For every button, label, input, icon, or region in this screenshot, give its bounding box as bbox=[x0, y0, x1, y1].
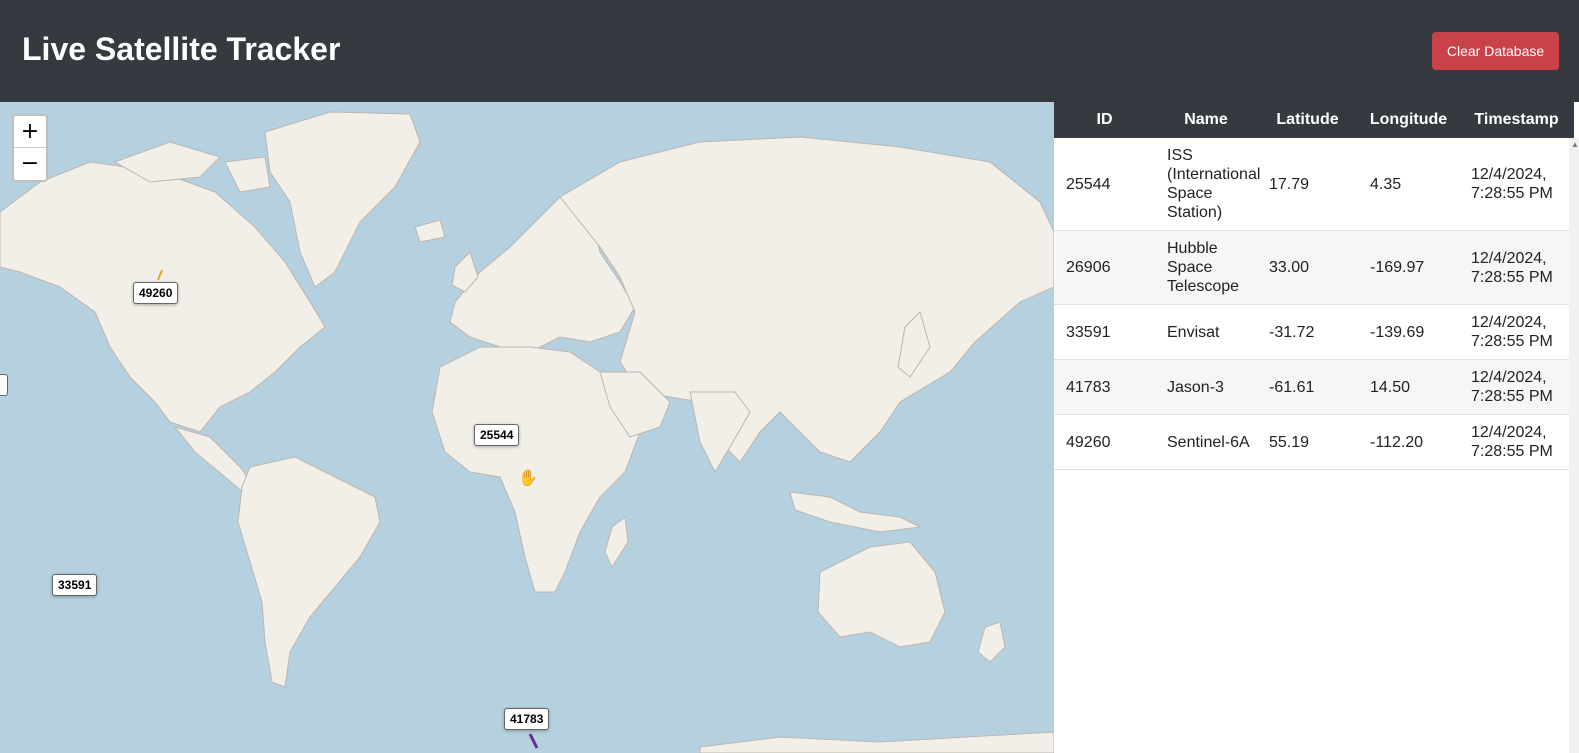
satellite-marker-41783[interactable]: 41783 bbox=[504, 708, 550, 730]
column-header-longitude: Longitude bbox=[1369, 111, 1448, 128]
cell-timestamp: 12/4/2024, 7:28:55 PM bbox=[1459, 230, 1574, 305]
track-49260 bbox=[157, 269, 163, 281]
table-row[interactable]: 49260 Sentinel-6A 55.19 -112.20 12/4/202… bbox=[1054, 414, 1574, 470]
column-header-timestamp: Timestamp bbox=[1474, 111, 1559, 128]
column-header-latitude: Latitude bbox=[1276, 111, 1339, 128]
cell-latitude: 17.79 bbox=[1257, 138, 1358, 231]
cell-id: 25544 bbox=[1054, 138, 1155, 231]
satellite-map[interactable]: + − 49260 25544 33591 41783 ✋ bbox=[0, 102, 1054, 753]
satellite-table-panel: ID Name Latitude Longitude Timestamp 255… bbox=[1054, 102, 1579, 753]
cell-longitude: -139.69 bbox=[1358, 304, 1459, 360]
table-row[interactable]: 25544 ISS (International Space Station) … bbox=[1054, 138, 1574, 231]
cell-name: Sentinel-6A bbox=[1155, 414, 1257, 470]
cell-latitude: -31.72 bbox=[1257, 304, 1358, 360]
cell-id: 33591 bbox=[1054, 304, 1155, 360]
page-title: Live Satellite Tracker bbox=[22, 31, 341, 67]
app-header: Live Satellite Tracker Clear Database bbox=[0, 0, 1579, 102]
cell-timestamp: 12/4/2024, 7:28:55 PM bbox=[1459, 138, 1574, 231]
offscreen-marker[interactable] bbox=[0, 374, 8, 396]
satellite-table: ID Name Latitude Longitude Timestamp 255… bbox=[1054, 102, 1574, 470]
cell-name: Envisat bbox=[1155, 304, 1257, 360]
cell-name: Jason-3 bbox=[1155, 359, 1257, 415]
cell-name: ISS (International Space Station) bbox=[1155, 138, 1260, 231]
hand-cursor-icon: ✋ bbox=[518, 468, 538, 487]
cell-id: 26906 bbox=[1054, 230, 1155, 305]
cell-longitude: 14.50 bbox=[1358, 359, 1459, 415]
cell-latitude: 55.19 bbox=[1257, 414, 1358, 470]
satellite-marker-25544[interactable]: 25544 bbox=[474, 424, 520, 446]
satellite-tracks bbox=[157, 269, 539, 749]
track-41783 bbox=[528, 733, 539, 749]
satellite-marker-33591[interactable]: 33591 bbox=[52, 574, 98, 596]
cell-longitude: 4.35 bbox=[1358, 138, 1459, 231]
cell-name: Hubble Space Telescope bbox=[1155, 230, 1257, 305]
cell-longitude: -169.97 bbox=[1358, 230, 1459, 305]
cell-id: 49260 bbox=[1054, 414, 1155, 470]
column-header-id: ID bbox=[1096, 111, 1113, 128]
table-row[interactable]: 33591 Envisat -31.72 -139.69 12/4/2024, … bbox=[1054, 304, 1574, 360]
scroll-up-icon[interactable]: ▲ bbox=[1571, 140, 1579, 149]
cell-timestamp: 12/4/2024, 7:28:55 PM bbox=[1459, 304, 1574, 360]
clear-database-button[interactable]: Clear Database bbox=[1432, 32, 1559, 70]
table-row[interactable]: 41783 Jason-3 -61.61 14.50 12/4/2024, 7:… bbox=[1054, 359, 1574, 415]
table-header-row: ID Name Latitude Longitude Timestamp bbox=[1054, 102, 1574, 138]
table-row[interactable]: 26906 Hubble Space Telescope 33.00 -169.… bbox=[1054, 230, 1574, 305]
cell-timestamp: 12/4/2024, 7:28:55 PM bbox=[1459, 359, 1574, 415]
table-scrollbar[interactable]: ▲ bbox=[1569, 138, 1579, 753]
cell-latitude: -61.61 bbox=[1257, 359, 1358, 415]
cell-id: 41783 bbox=[1054, 359, 1155, 415]
cell-latitude: 33.00 bbox=[1257, 230, 1358, 305]
column-header-name: Name bbox=[1184, 111, 1228, 128]
cell-longitude: -112.20 bbox=[1358, 414, 1459, 470]
cell-timestamp: 12/4/2024, 7:28:55 PM bbox=[1459, 414, 1574, 470]
satellite-marker-49260[interactable]: 49260 bbox=[133, 282, 179, 304]
